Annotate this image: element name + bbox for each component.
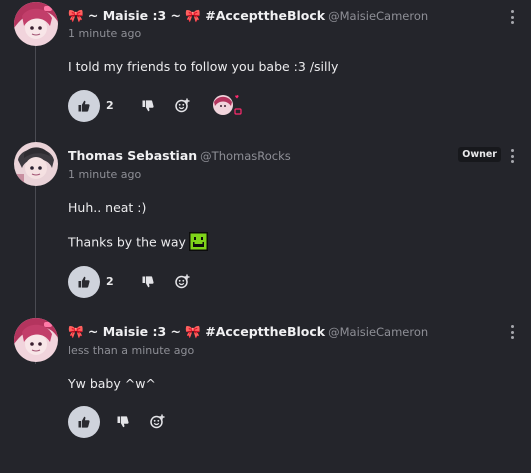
- dislike-button[interactable]: [140, 274, 156, 290]
- comment-header: 🎀 ~ Maisie :3 ~ 🎀 #AccepttheBlock @Maisie…: [68, 8, 428, 24]
- thumbs-down-icon: [142, 100, 154, 112]
- user-handle[interactable]: @ThomasRocks: [200, 149, 291, 163]
- like-count: 2: [106, 275, 114, 288]
- comment-header: 🎀 ~ Maisie :3 ~ 🎀 #AccepttheBlock @Maisie…: [68, 324, 428, 340]
- display-name[interactable]: Thomas Sebastian: [68, 148, 197, 163]
- comment-text-line-2: Thanks by the way: [68, 232, 208, 254]
- user-handle[interactable]: @MaisieCameron: [328, 9, 428, 23]
- owner-badge: Owner: [458, 147, 501, 162]
- timestamp: 1 minute ago: [68, 168, 142, 181]
- comment-text: Thanks by the way: [68, 234, 186, 250]
- comment-text: Huh.. neat :): [68, 200, 147, 215]
- like-button[interactable]: [68, 90, 100, 122]
- thumbs-down-icon: [142, 276, 154, 288]
- more-vertical-icon[interactable]: [507, 149, 517, 163]
- comment-header: Thomas Sebastian @ThomasRocks: [68, 148, 291, 163]
- dislike-button[interactable]: [115, 414, 131, 430]
- dislike-button[interactable]: [140, 98, 156, 114]
- add-reaction-icon: [149, 414, 164, 428]
- user-handle[interactable]: @MaisieCameron: [328, 325, 428, 339]
- comment-text: I told my friends to follow you babe :3 …: [68, 59, 339, 74]
- add-reaction-icon: [174, 274, 189, 288]
- thread-line: [35, 44, 36, 364]
- like-count: 2: [106, 99, 114, 112]
- reaction-avatar[interactable]: [212, 94, 242, 116]
- avatar[interactable]: [14, 318, 58, 362]
- thumbs-up-icon: [78, 416, 90, 428]
- avatar[interactable]: [14, 2, 58, 46]
- display-name[interactable]: 🎀 ~ Maisie :3 ~ 🎀 #AccepttheBlock: [68, 8, 325, 23]
- more-vertical-icon[interactable]: [507, 10, 517, 24]
- thumbs-up-icon: [78, 100, 90, 112]
- add-reaction-button[interactable]: [174, 273, 190, 289]
- like-button[interactable]: [68, 406, 100, 438]
- thumbs-down-icon: [117, 416, 129, 428]
- thumbs-up-icon: [78, 276, 90, 288]
- add-reaction-button[interactable]: [174, 97, 190, 113]
- like-button[interactable]: [68, 266, 100, 298]
- add-reaction-button[interactable]: [149, 413, 165, 429]
- timestamp: less than a minute ago: [68, 344, 195, 357]
- display-name[interactable]: 🎀 ~ Maisie :3 ~ 🎀 #AccepttheBlock: [68, 324, 325, 339]
- avatar[interactable]: [14, 142, 58, 186]
- more-vertical-icon[interactable]: [507, 325, 517, 339]
- timestamp: 1 minute ago: [68, 27, 142, 40]
- comment-text: Yw baby ^w^: [68, 376, 156, 391]
- add-reaction-icon: [174, 98, 189, 112]
- green-smiley-emoji: [188, 232, 208, 254]
